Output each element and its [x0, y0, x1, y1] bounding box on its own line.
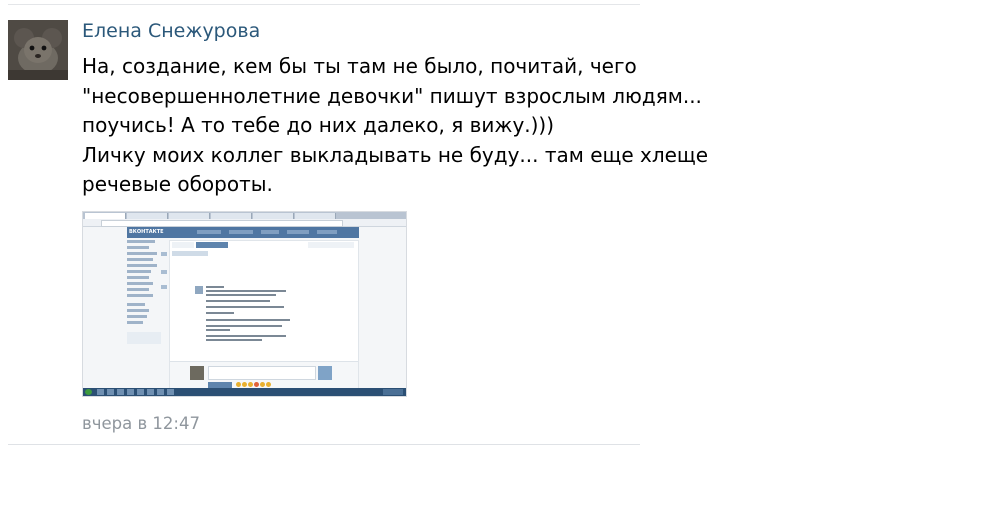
browser-tabs-thumb: [83, 212, 406, 219]
post-text-line: "несовершеннолетние девочки" пишут взрос…: [82, 83, 702, 108]
browser-address-thumb: [83, 219, 406, 227]
windows-taskbar-thumb: [83, 388, 406, 396]
avatar-image: [8, 20, 68, 80]
post-text-line: На, создание, кем бы ты там не было, поч…: [82, 54, 637, 78]
vk-left-menu-thumb: [127, 240, 167, 347]
post-text: На, создание, кем бы ты там не было, поч…: [82, 52, 709, 200]
vk-dialog-thumb: [169, 240, 359, 392]
post-text-line: поучись! А то тебе до них далеко, я вижу…: [82, 113, 555, 137]
attached-screenshot-photo[interactable]: ВКОНТАКТЕ: [82, 211, 407, 397]
bottom-divider: [8, 444, 640, 445]
top-divider: [8, 4, 640, 5]
post-text-line: Личку моих коллег выкладывать не буду...…: [82, 142, 709, 167]
author-name-link[interactable]: Елена Снежурова: [82, 20, 260, 42]
post-timestamp-link[interactable]: вчера в 12:47: [82, 414, 200, 433]
author-avatar[interactable]: [8, 20, 68, 80]
vk-header-thumb: ВКОНТАКТЕ: [127, 227, 359, 238]
post-text-line: речевые обороты.: [82, 172, 273, 196]
